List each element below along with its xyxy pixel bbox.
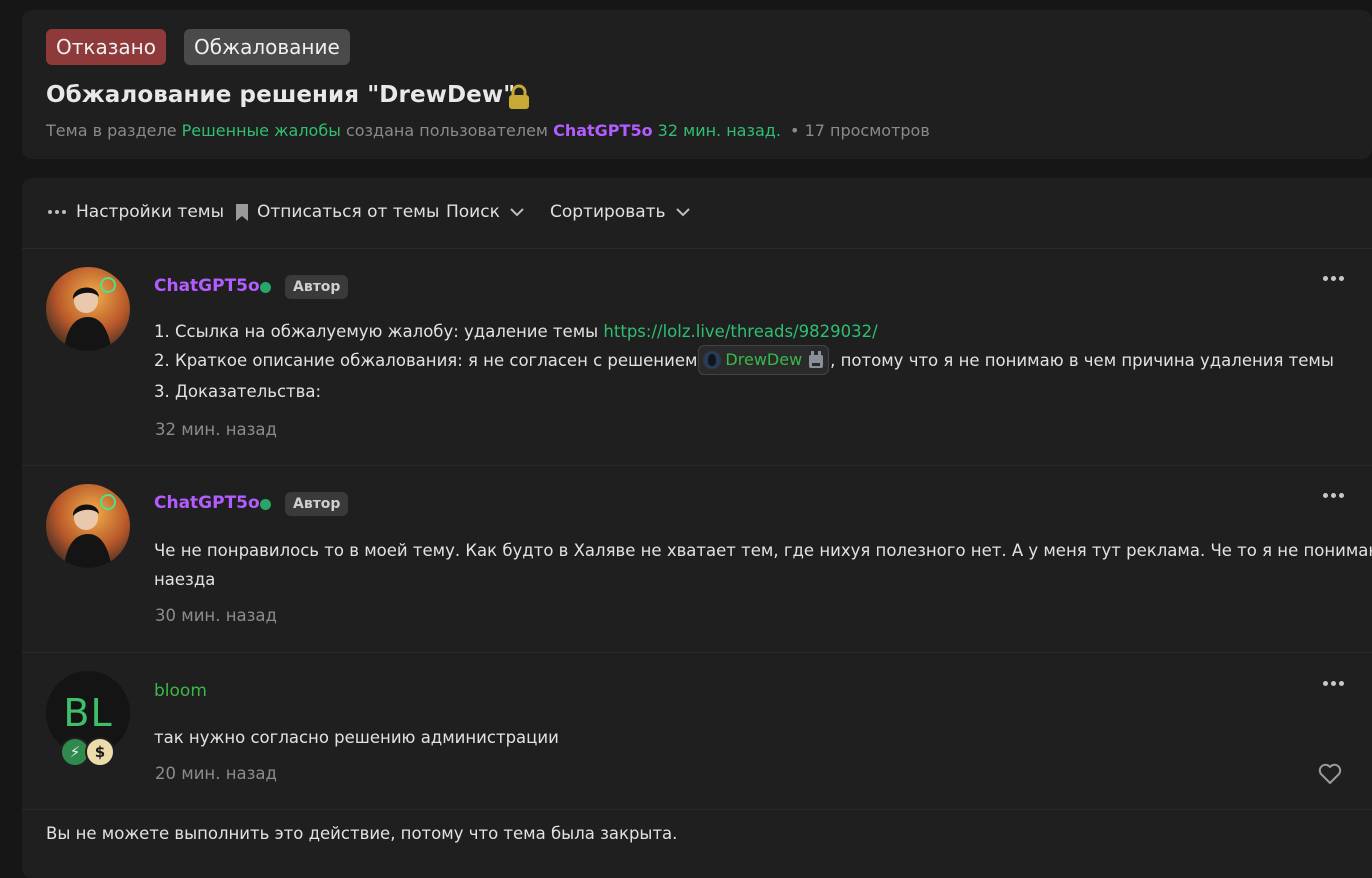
post-menu-button[interactable] (1323, 681, 1344, 686)
post-content: Че не понравилось то в моей тему. Как бу… (154, 541, 1372, 589)
post-item: ChatGPT5o Автор 1. Ссылка на обжалуемую … (22, 249, 1372, 466)
created-time[interactable]: 32 мин. назад. (658, 121, 781, 140)
mention-avatar (703, 351, 722, 369)
post-item: ChatGPT5o Автор Че не понравилось то в м… (22, 466, 1372, 653)
bookmark-icon (236, 203, 248, 221)
post-time[interactable]: 20 мин. назад (155, 764, 277, 783)
views-count: • 17 просмотров (790, 121, 930, 140)
more-dots-icon (48, 210, 66, 214)
thread-toolbar: Настройки темы Отписаться от темы Поиск … (22, 178, 1372, 249)
author-tag: Автор (285, 492, 349, 516)
search-dropdown[interactable]: Поиск (446, 202, 524, 222)
chevron-down-icon (675, 207, 690, 216)
lock-icon (509, 84, 529, 109)
thread-body: Настройки темы Отписаться от темы Поиск … (22, 178, 1372, 878)
thread-link[interactable]: https://lolz.live/threads/9829032/ (603, 322, 877, 341)
author-tag: Автор (285, 275, 349, 299)
post-time[interactable]: 30 мин. назад (155, 606, 277, 625)
user-mention[interactable]: DrewDew (698, 344, 830, 375)
post-content: 1. Ссылка на обжалуемую жалобу: удаление… (154, 322, 1334, 401)
dollar-icon: $ (85, 737, 115, 767)
unsubscribe-button[interactable]: Отписаться от темы (236, 202, 439, 222)
thread-settings-button[interactable]: Настройки темы (48, 202, 224, 222)
post-content: так нужно согласно решению администрации (154, 728, 559, 747)
online-indicator (260, 282, 271, 293)
page-title: Обжалование решения "DrewDew" (46, 82, 516, 108)
sort-dropdown[interactable]: Сортировать (550, 202, 690, 222)
author-link[interactable]: ChatGPT5o (553, 121, 652, 140)
closed-thread-notice: Вы не можете выполнить это действие, пот… (46, 824, 678, 843)
post-item: BL ⚡ $ bloom так нужно согласно решению … (22, 653, 1372, 810)
post-menu-button[interactable] (1323, 276, 1344, 281)
avatar[interactable] (46, 484, 130, 568)
chevron-down-icon (510, 207, 524, 216)
robot-icon (809, 351, 824, 368)
thread-meta: Тема в разделе Решенные жалобы создана п… (46, 121, 930, 140)
post-username[interactable]: ChatGPT5o (154, 276, 260, 296)
online-indicator (260, 499, 271, 510)
post-username[interactable]: bloom (154, 681, 207, 701)
avatar[interactable] (46, 267, 130, 351)
post-time[interactable]: 32 мин. назад (155, 420, 277, 439)
post-username[interactable]: ChatGPT5o (154, 493, 260, 513)
post-menu-button[interactable] (1323, 493, 1344, 498)
status-badge: Отказано (46, 29, 166, 65)
section-link[interactable]: Решенные жалобы (182, 121, 341, 140)
thread-header: Отказано Обжалование Обжалование решения… (22, 10, 1372, 159)
type-badge: Обжалование (184, 29, 350, 65)
heart-icon[interactable] (1318, 763, 1342, 785)
